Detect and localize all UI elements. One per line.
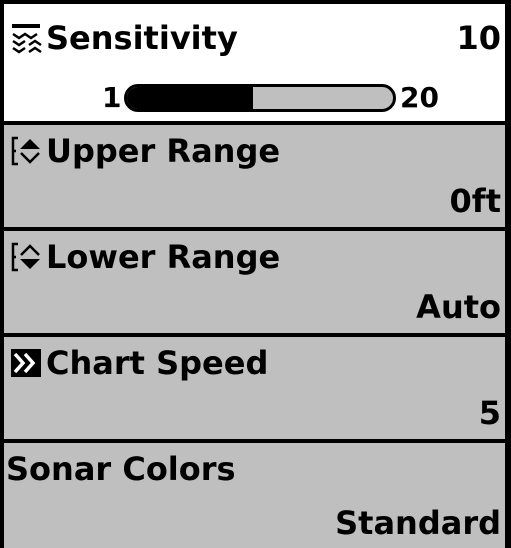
menu-item-sensitivity[interactable]: Sensitivity 10 1 20 bbox=[4, 4, 505, 121]
sensitivity-slider[interactable]: 1 20 bbox=[4, 78, 505, 118]
chart-speed-label: Chart Speed bbox=[46, 344, 269, 382]
lower-range-label: Lower Range bbox=[46, 238, 281, 276]
slider-track[interactable] bbox=[124, 84, 396, 112]
chart-speed-label-group: Chart Speed bbox=[10, 343, 268, 383]
sonar-colors-value: Standard bbox=[335, 504, 501, 542]
chart-speed-icon bbox=[10, 347, 42, 379]
range-arrows-icon bbox=[10, 135, 42, 167]
menu-item-sonar-colors[interactable]: Sonar Colors Standard bbox=[4, 443, 505, 548]
menu-item-chart-speed[interactable]: Chart Speed 5 bbox=[4, 337, 505, 439]
sonar-colors-label-group: Sonar Colors bbox=[6, 449, 236, 489]
chart-speed-value: 5 bbox=[478, 394, 501, 432]
sensitivity-icon bbox=[10, 22, 42, 54]
sonar-settings-menu: Sensitivity 10 1 20 Upper Range 0ft Lowe… bbox=[0, 0, 511, 548]
menu-item-upper-range[interactable]: Upper Range 0ft bbox=[4, 125, 505, 227]
sensitivity-value: 10 bbox=[456, 19, 501, 57]
menu-item-lower-range[interactable]: Lower Range Auto bbox=[4, 231, 505, 333]
upper-range-label: Upper Range bbox=[46, 132, 281, 170]
lower-range-label-group: Lower Range bbox=[10, 237, 280, 277]
range-arrows-icon bbox=[10, 241, 42, 273]
lower-range-value: Auto bbox=[416, 288, 501, 326]
slider-fill bbox=[127, 87, 253, 109]
upper-range-value: 0ft bbox=[449, 182, 501, 220]
slider-min-label: 1 bbox=[102, 81, 122, 114]
sensitivity-label-group: Sensitivity bbox=[10, 18, 238, 58]
sensitivity-label: Sensitivity bbox=[46, 19, 238, 57]
upper-range-label-group: Upper Range bbox=[10, 131, 280, 171]
slider-max-label: 20 bbox=[400, 81, 439, 114]
sonar-colors-label: Sonar Colors bbox=[6, 450, 236, 488]
